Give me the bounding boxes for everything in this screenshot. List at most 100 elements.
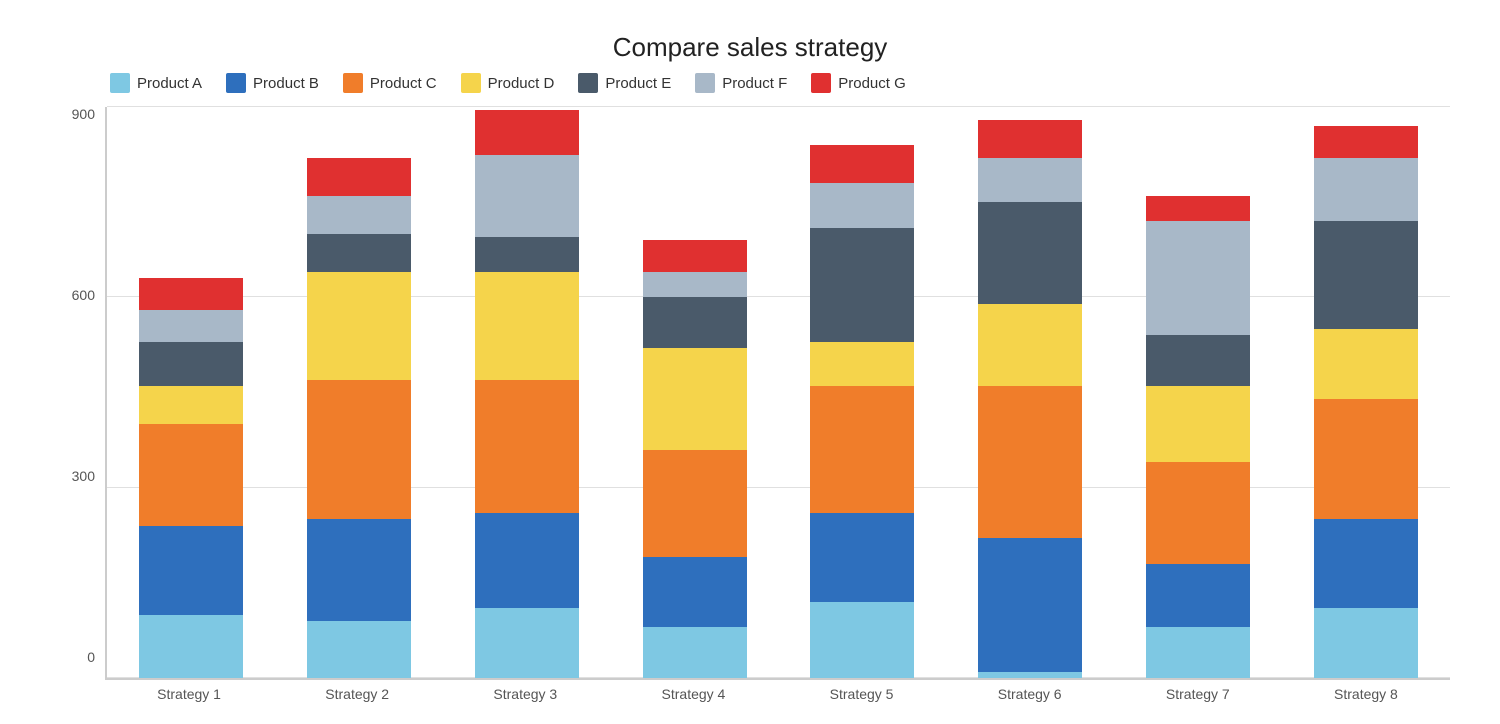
bar-segment	[139, 424, 243, 526]
bar-segment	[1146, 564, 1250, 627]
bar-segment	[643, 297, 747, 348]
legend-item: Product B	[226, 73, 319, 93]
stacked-bar	[475, 110, 579, 678]
bar-segment	[1146, 386, 1250, 462]
bar-segment	[643, 272, 747, 297]
legend-swatch	[578, 73, 598, 93]
chart-title: Compare sales strategy	[50, 32, 1450, 63]
bar-segment	[139, 386, 243, 424]
y-axis-label: 900	[72, 107, 95, 121]
legend-item: Product A	[110, 73, 202, 93]
legend-swatch	[695, 73, 715, 93]
bar-segment	[1314, 399, 1418, 520]
chart-area: 9006003000 Strategy 1Strategy 2Strategy …	[50, 107, 1450, 702]
bar-segment	[1146, 196, 1250, 221]
bar-segment	[1314, 519, 1418, 608]
stacked-bar	[307, 158, 411, 678]
legend-swatch	[343, 73, 363, 93]
bar-segment	[475, 608, 579, 678]
bar-segment	[643, 240, 747, 272]
x-axis: Strategy 1Strategy 2Strategy 3Strategy 4…	[105, 680, 1450, 702]
legend-label: Product D	[488, 75, 555, 92]
stacked-bar	[1314, 126, 1418, 678]
legend-swatch	[811, 73, 831, 93]
stacked-bar	[978, 120, 1082, 678]
bar-segment	[307, 196, 411, 234]
bar-segment	[1146, 221, 1250, 335]
bar-segment	[978, 672, 1082, 678]
bar-segment	[1314, 158, 1418, 221]
bar-segment	[139, 278, 243, 310]
bar-segment	[139, 342, 243, 386]
legend-label: Product E	[605, 75, 671, 92]
x-axis-label: Strategy 1	[105, 686, 273, 702]
bar-segment	[978, 158, 1082, 202]
x-axis-label: Strategy 2	[273, 686, 441, 702]
x-axis-label: Strategy 5	[778, 686, 946, 702]
bar-segment	[810, 145, 914, 183]
bar-segment	[1146, 335, 1250, 386]
stacked-bar	[643, 240, 747, 678]
legend-label: Product C	[370, 75, 437, 92]
bar-segment	[475, 155, 579, 237]
bar-segment	[978, 202, 1082, 304]
bar-segment	[810, 602, 914, 678]
y-axis-label: 300	[72, 469, 95, 483]
bar-segment	[810, 183, 914, 227]
bar-segment	[139, 310, 243, 342]
bar-segment	[978, 304, 1082, 386]
x-axis-label: Strategy 6	[946, 686, 1114, 702]
bar-segment	[1314, 329, 1418, 399]
bar-segment	[475, 237, 579, 272]
bar-segment	[1146, 462, 1250, 564]
legend-label: Product A	[137, 75, 202, 92]
bar-group	[443, 107, 611, 678]
stacked-bar	[810, 145, 914, 678]
legend-item: Product G	[811, 73, 906, 93]
bar-segment	[1314, 126, 1418, 158]
bar-segment	[643, 557, 747, 627]
stacked-bar	[1146, 196, 1250, 678]
legend-item: Product E	[578, 73, 671, 93]
bar-segment	[475, 380, 579, 513]
x-axis-label: Strategy 3	[441, 686, 609, 702]
legend-label: Product F	[722, 75, 787, 92]
bar-segment	[978, 120, 1082, 158]
bar-segment	[139, 615, 243, 678]
bar-segment	[307, 272, 411, 380]
bar-segment	[307, 234, 411, 272]
bar-segment	[475, 272, 579, 380]
bar-segment	[643, 348, 747, 450]
bar-segment	[978, 386, 1082, 538]
bar-group	[275, 107, 443, 678]
x-axis-label: Strategy 8	[1282, 686, 1450, 702]
bar-group	[1282, 107, 1450, 678]
bar-segment	[810, 342, 914, 386]
bar-segment	[475, 513, 579, 608]
stacked-bar	[139, 278, 243, 678]
y-axis-label: 600	[72, 288, 95, 302]
bar-segment	[643, 450, 747, 558]
legend-swatch	[110, 73, 130, 93]
legend-item: Product D	[461, 73, 555, 93]
bar-segment	[307, 621, 411, 678]
legend-swatch	[226, 73, 246, 93]
x-axis-label: Strategy 4	[609, 686, 777, 702]
bar-segment	[139, 526, 243, 615]
bar-segment	[978, 538, 1082, 671]
bar-group	[107, 107, 275, 678]
bar-group	[946, 107, 1114, 678]
bar-segment	[1314, 221, 1418, 329]
bar-segment	[307, 158, 411, 196]
y-axis-label: 0	[87, 650, 95, 664]
bar-segment	[643, 627, 747, 678]
y-axis: 900 600 300 0	[50, 107, 105, 702]
legend-item: Product F	[695, 73, 787, 93]
x-axis-label: Strategy 7	[1114, 686, 1282, 702]
bar-segment	[810, 386, 914, 513]
bar-segment	[810, 513, 914, 602]
bar-segment	[810, 228, 914, 342]
bar-segment	[1146, 627, 1250, 678]
bar-segment	[307, 380, 411, 520]
bar-segment	[1314, 608, 1418, 678]
